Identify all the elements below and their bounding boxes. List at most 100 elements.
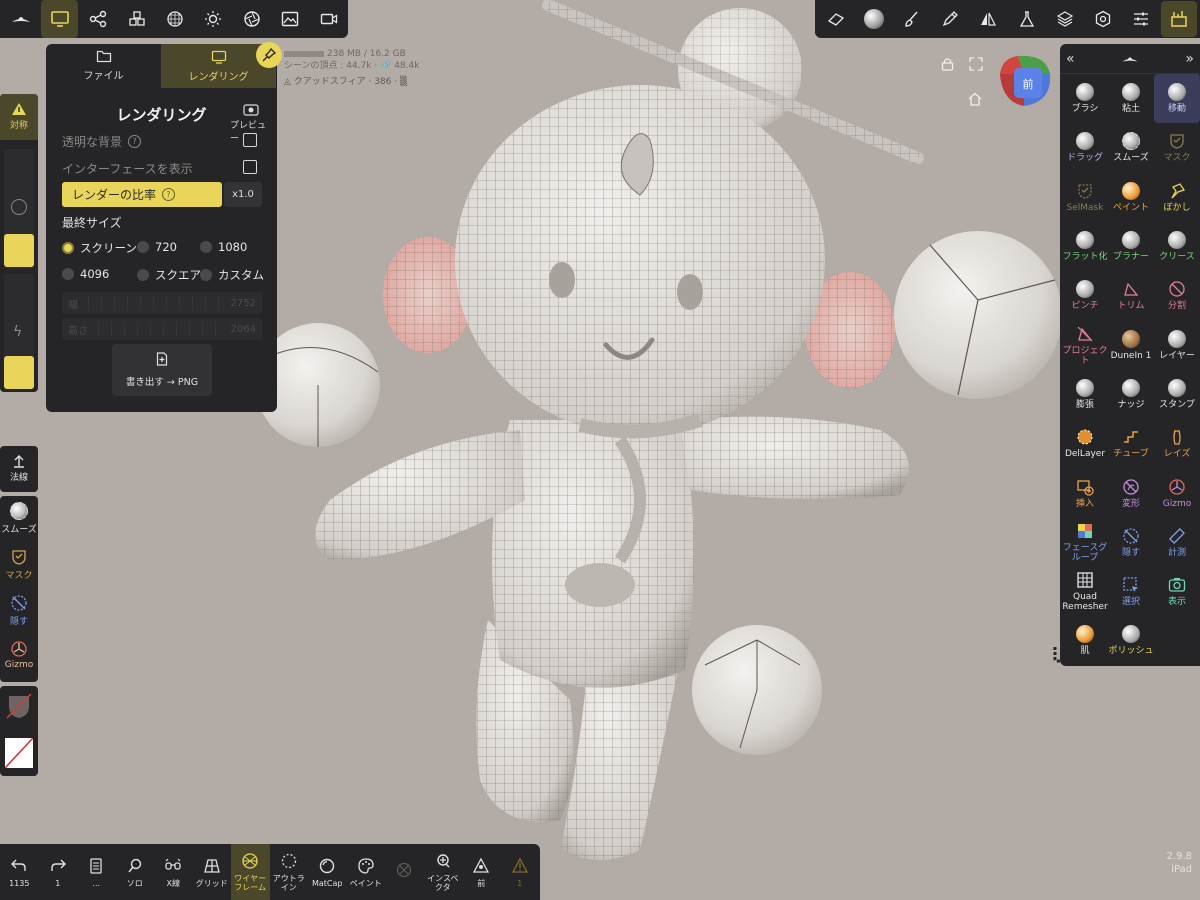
tool-drag[interactable]: ドラッグ [1062, 123, 1108, 172]
tool-measure[interactable]: 計測 [1154, 518, 1200, 567]
cubes-icon[interactable] [118, 0, 155, 38]
tool-trim[interactable]: トリム [1108, 271, 1154, 320]
eraser-icon[interactable] [818, 1, 854, 37]
share-nodes-icon[interactable] [79, 0, 116, 38]
bottom-history-button[interactable]: ... [77, 844, 116, 900]
bottom-undo-button[interactable]: 1135 [0, 844, 39, 900]
color-swatch[interactable] [4, 737, 34, 769]
tool-brush-sphere[interactable]: ブラシ [1062, 74, 1108, 123]
flask-icon[interactable] [1009, 1, 1045, 37]
tool-split[interactable]: 分割 [1154, 271, 1200, 320]
bottom-disabled-button[interactable] [385, 844, 424, 900]
transparent-bg-checkbox[interactable] [243, 133, 257, 147]
width-value: 2752 [230, 297, 256, 309]
symmetry-icon[interactable] [970, 1, 1006, 37]
settings-icon[interactable] [1085, 1, 1121, 37]
smooth-tool-button[interactable]: スムーズ [0, 502, 38, 535]
gizmo-tool-button[interactable]: Gizmo [0, 640, 38, 670]
bottom-solo-button[interactable]: ソロ [116, 844, 155, 900]
pen-icon[interactable] [932, 1, 968, 37]
tool-clay[interactable]: 粘土 [1108, 74, 1154, 123]
sliders-icon[interactable] [1123, 1, 1159, 37]
tool-insert[interactable]: 挿入 [1062, 468, 1108, 517]
bottom-warning-button[interactable]: 1 [501, 844, 540, 900]
tool-lathe[interactable]: レイズ [1154, 419, 1200, 468]
size-option-4096[interactable]: 4096 [62, 267, 109, 281]
tool-transform[interactable]: 変形 [1108, 468, 1154, 517]
lock-icon[interactable] [941, 57, 954, 74]
tool-quad-remesher[interactable]: Quad Remesher [1062, 567, 1108, 616]
tool-facegroup[interactable]: フェースグループ [1062, 518, 1108, 567]
size-option-1080[interactable]: 1080 [200, 240, 247, 254]
tool-smooth[interactable]: スムーズ [1108, 123, 1154, 172]
aperture-icon[interactable] [233, 0, 270, 38]
video-camera-icon[interactable] [310, 0, 347, 38]
normal-button[interactable]: 法線 [0, 446, 38, 492]
tool-planar[interactable]: プラナー [1108, 222, 1154, 271]
bottom-grid-button[interactable]: グリッド [193, 844, 232, 900]
sphere-grid-icon[interactable] [156, 0, 193, 38]
tool-paint[interactable]: ペイント [1108, 173, 1154, 222]
tool-nudge[interactable]: ナッジ [1108, 370, 1154, 419]
view-cube[interactable]: 前 [996, 52, 1054, 110]
tool-hide[interactable]: 隠す [1108, 518, 1154, 567]
fullscreen-icon[interactable] [969, 57, 983, 74]
export-png-button[interactable]: 書き出す → PNG [112, 344, 212, 396]
render-tabs: ファイル レンダリング [46, 44, 277, 88]
tool-polish[interactable]: ポリッシュ [1108, 616, 1154, 665]
bottom-xray-button[interactable]: X線 [154, 844, 193, 900]
tool-layer[interactable]: レイヤー [1154, 320, 1200, 369]
tool-dunein[interactable]: DuneIn 1 [1108, 320, 1154, 369]
tool-crease[interactable]: クリース [1154, 222, 1200, 271]
tool-dellayer[interactable]: DelLayer [1062, 419, 1108, 468]
show-interface-checkbox[interactable] [243, 160, 257, 174]
tool-label: スムーズ [1113, 153, 1149, 164]
symmetry-button[interactable]: 対称 [0, 94, 38, 140]
bottom-matcap-button[interactable]: MatCap [308, 844, 347, 900]
home-icon[interactable] [968, 92, 982, 109]
size-option-square[interactable]: スクエア [137, 267, 201, 283]
matcap-sphere-icon[interactable] [856, 1, 892, 37]
render-ratio-slider[interactable]: レンダーの比率 ? [62, 182, 222, 207]
tool-project[interactable]: プロジェクト [1062, 320, 1108, 369]
size-option-720[interactable]: 720 [137, 240, 177, 254]
tool-inflate[interactable]: 膨張 [1062, 370, 1108, 419]
size-option-screen[interactable]: スクリーン [62, 240, 137, 256]
render-ratio-value[interactable]: x1.0 [224, 182, 262, 207]
material-sphere-icon[interactable] [5, 692, 33, 720]
tool-select[interactable]: 選択 [1108, 567, 1154, 616]
help-icon[interactable]: ? [162, 188, 176, 201]
hide-tool-button[interactable]: 隠す [0, 594, 38, 627]
tool-gizmo[interactable]: Gizmo [1154, 468, 1200, 517]
tool-flatten[interactable]: フラット化 [1062, 222, 1108, 271]
tool-move[interactable]: 移動 [1154, 74, 1200, 124]
monitor-icon[interactable] [40, 0, 79, 38]
help-icon[interactable]: ? [128, 135, 142, 148]
bottom-outline-button[interactable]: アウトライン [270, 844, 309, 900]
collapse-left-icon[interactable]: « [1066, 51, 1075, 67]
tool-smudge[interactable]: ぼかし [1154, 173, 1200, 222]
size-option-custom[interactable]: カスタム [200, 267, 264, 283]
mask-tool-button[interactable]: マスク [0, 548, 38, 581]
tool-stamp[interactable]: スタンプ [1154, 370, 1200, 419]
image-icon[interactable] [272, 0, 309, 38]
tool-selmask[interactable]: SelMask [1062, 173, 1108, 222]
bottom-paint-palette-button[interactable]: ペイント [347, 844, 386, 900]
bottom-wireframe-button[interactable]: ワイヤーフレーム [231, 844, 270, 900]
sun-icon[interactable] [195, 0, 232, 38]
tool-view[interactable]: 表示 [1154, 567, 1200, 616]
layers-icon[interactable] [1047, 1, 1083, 37]
brush-icon[interactable] [894, 1, 930, 37]
collapse-right-icon[interactable]: » [1185, 51, 1194, 67]
pin-button[interactable] [256, 42, 282, 68]
hat-logo-icon[interactable] [3, 0, 40, 38]
tool-tube[interactable]: チューブ [1108, 419, 1154, 468]
tab-file[interactable]: ファイル [46, 44, 161, 88]
bottom-front-view-button[interactable]: 前 [462, 844, 501, 900]
bottom-redo-button[interactable]: 1 [39, 844, 78, 900]
tool-mask[interactable]: マスク [1154, 123, 1200, 172]
toolbox-icon[interactable] [1160, 1, 1197, 37]
bottom-inspector-button[interactable]: インスペクタ [424, 844, 463, 900]
tool-pinch[interactable]: ピンチ [1062, 271, 1108, 320]
resize-handle-icon[interactable] [1052, 644, 1072, 664]
